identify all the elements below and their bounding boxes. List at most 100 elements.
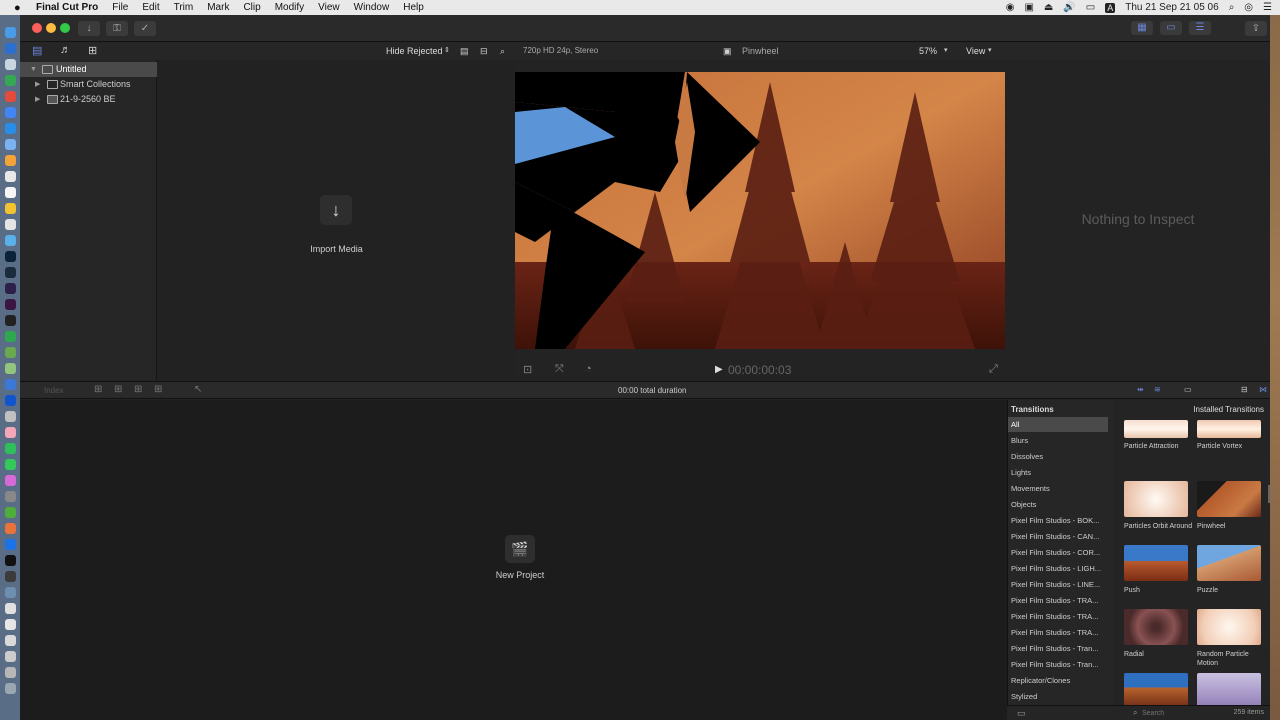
- dock-app-icon[interactable]: [5, 155, 16, 166]
- minimize-window-button[interactable]: [46, 23, 56, 33]
- category-item[interactable]: Pixel Film Studios - CAN...: [1008, 529, 1108, 544]
- fullscreen-icon[interactable]: ⤢: [989, 363, 998, 376]
- menu-clip[interactable]: Clip: [243, 2, 260, 13]
- connect-clip-icon[interactable]: ⊞: [94, 384, 102, 395]
- new-project-label[interactable]: New Project: [475, 570, 565, 580]
- category-item[interactable]: Pixel Film Studios - TRA...: [1008, 593, 1108, 608]
- transition-thumbnail[interactable]: [1124, 420, 1188, 438]
- insert-clip-icon[interactable]: ⊞: [114, 384, 122, 395]
- menu-trim[interactable]: Trim: [174, 2, 194, 13]
- dock-app-icon[interactable]: [5, 459, 16, 470]
- category-item[interactable]: Pixel Film Studios - Tran...: [1008, 641, 1108, 656]
- dock-app-icon[interactable]: [5, 587, 16, 598]
- transition-label[interactable]: Random Particle Motion: [1197, 650, 1267, 668]
- dock-app-icon[interactable]: [5, 107, 16, 118]
- sidebar-toggle-icon[interactable]: ▭: [1017, 708, 1026, 719]
- transition-label[interactable]: Particles Orbit Around: [1124, 522, 1194, 531]
- category-item[interactable]: Objects: [1008, 497, 1108, 512]
- import-media-button[interactable]: ↓: [320, 195, 352, 225]
- transition-label[interactable]: Particle Attraction: [1124, 442, 1194, 451]
- category-item[interactable]: Lights: [1008, 465, 1108, 480]
- dock-app-icon[interactable]: [5, 539, 16, 550]
- disclosure-open-icon[interactable]: ▼: [30, 62, 37, 77]
- import-media-label[interactable]: Import Media: [298, 244, 375, 254]
- library-event[interactable]: ▶ 21-9-2560 BE: [20, 92, 157, 107]
- dock-app-icon[interactable]: [5, 411, 16, 422]
- dock-app-icon[interactable]: [5, 619, 16, 630]
- transition-thumbnail[interactable]: [1197, 673, 1261, 709]
- dock-app-icon[interactable]: [5, 187, 16, 198]
- category-item[interactable]: Stylized: [1008, 689, 1108, 704]
- view-chevron-icon[interactable]: ▾: [988, 46, 992, 54]
- transition-thumbnail[interactable]: [1124, 673, 1188, 709]
- finder-dock-icon[interactable]: [5, 27, 16, 38]
- battery-icon[interactable]: ▭: [1086, 2, 1095, 13]
- background-tasks-button[interactable]: ✓: [134, 21, 156, 36]
- menu-help[interactable]: Help: [403, 2, 424, 13]
- viewer-frame[interactable]: [515, 72, 1005, 349]
- clip-appearance-icon[interactable]: ▤: [460, 46, 469, 57]
- dock-app-icon[interactable]: [5, 91, 16, 102]
- transition-label[interactable]: Pinwheel: [1197, 522, 1267, 531]
- libraries-icon[interactable]: ▤: [32, 44, 42, 57]
- dock-app-icon[interactable]: [5, 363, 16, 374]
- close-window-button[interactable]: [32, 23, 42, 33]
- dock-app-icon[interactable]: [5, 635, 16, 646]
- notification-center-icon[interactable]: ☰: [1263, 2, 1272, 13]
- view-menu[interactable]: View: [966, 46, 985, 56]
- dock-app-icon[interactable]: [5, 395, 16, 406]
- siri-icon[interactable]: ◎: [1244, 2, 1253, 13]
- browser-toggle-icon[interactable]: ▦: [1131, 21, 1153, 35]
- trash-dock-icon[interactable]: [5, 683, 16, 694]
- dock-app-icon[interactable]: [5, 491, 16, 502]
- dock-app-icon[interactable]: [5, 139, 16, 150]
- dock-app-icon[interactable]: [5, 603, 16, 614]
- dock-app-icon[interactable]: [5, 123, 16, 134]
- timecode-display[interactable]: 00:00:00:03: [728, 363, 791, 377]
- dock-app-icon[interactable]: [5, 171, 16, 182]
- zoom-chevron-icon[interactable]: ▾: [944, 46, 948, 54]
- transitions-browser-icon[interactable]: ⋈: [1259, 385, 1267, 394]
- transition-thumbnail[interactable]: [1197, 545, 1261, 581]
- transition-thumbnail[interactable]: [1197, 481, 1261, 517]
- category-item[interactable]: Pixel Film Studios - COR...: [1008, 545, 1108, 560]
- dock-app-icon[interactable]: [5, 315, 16, 326]
- dock-app-icon[interactable]: [5, 347, 16, 358]
- category-item[interactable]: Pixel Film Studios - Tran...: [1008, 657, 1108, 672]
- screen-icon[interactable]: ▣: [1024, 2, 1033, 13]
- dock-app-icon[interactable]: [5, 75, 16, 86]
- dock-app-icon[interactable]: [5, 331, 16, 342]
- new-project-icon[interactable]: 🎬: [505, 535, 535, 563]
- menu-file[interactable]: File: [112, 2, 128, 13]
- dock-app-icon[interactable]: [5, 555, 16, 566]
- category-item[interactable]: Pixel Film Studios - LINE...: [1008, 577, 1108, 592]
- transition-thumbnail[interactable]: [1197, 609, 1261, 645]
- dock-app-icon[interactable]: [5, 219, 16, 230]
- audio-skimming-icon[interactable]: ≋: [1154, 385, 1161, 394]
- category-item[interactable]: Pixel Film Studios - LIGH...: [1008, 561, 1108, 576]
- keyboard-input-icon[interactable]: A: [1105, 2, 1116, 13]
- dock-app-icon[interactable]: [5, 571, 16, 582]
- dock-app-icon[interactable]: [5, 507, 16, 518]
- menu-view[interactable]: View: [318, 2, 340, 13]
- filter-popup[interactable]: Hide Rejected: [386, 46, 443, 56]
- dock-app-icon[interactable]: [5, 299, 16, 310]
- category-item[interactable]: Replicator/Clones: [1008, 673, 1108, 688]
- transition-thumbnail[interactable]: [1124, 545, 1188, 581]
- category-item[interactable]: Movements: [1008, 481, 1108, 496]
- titles-generators-icon[interactable]: ⊞: [88, 44, 97, 57]
- menu-window[interactable]: Window: [354, 2, 390, 13]
- category-item[interactable]: Pixel Film Studios - BOK...: [1008, 513, 1108, 528]
- category-item[interactable]: Dissolves: [1008, 449, 1108, 464]
- library-smart-collections[interactable]: ▶ Smart Collections: [20, 77, 157, 92]
- search-icon[interactable]: ⌕: [1133, 708, 1137, 718]
- transition-thumbnail[interactable]: [1124, 609, 1188, 645]
- transition-label[interactable]: Push: [1124, 586, 1194, 595]
- dock-app-icon[interactable]: [5, 267, 16, 278]
- eject-icon[interactable]: ⏏: [1044, 2, 1053, 13]
- dock-app-icon[interactable]: [5, 379, 16, 390]
- keywords-button[interactable]: ⚿: [106, 21, 128, 36]
- timeline-toggle-icon[interactable]: ▭: [1160, 21, 1182, 35]
- filter-chevron-icon[interactable]: ⇕: [444, 46, 450, 54]
- dock-app-icon[interactable]: [5, 283, 16, 294]
